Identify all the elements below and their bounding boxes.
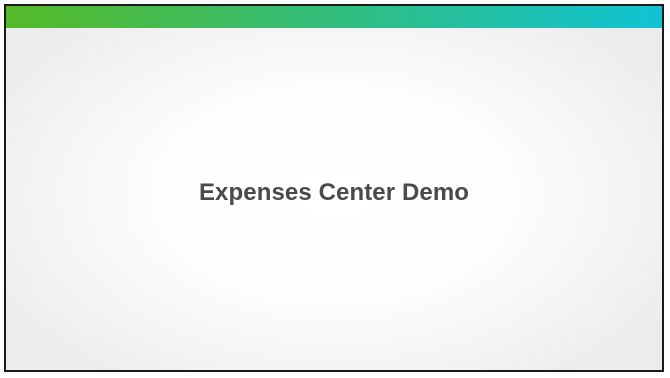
slide-title: Expenses Center Demo bbox=[198, 179, 470, 206]
slide: Expenses Center Demo bbox=[4, 4, 664, 372]
top-gradient-bar bbox=[6, 6, 662, 28]
